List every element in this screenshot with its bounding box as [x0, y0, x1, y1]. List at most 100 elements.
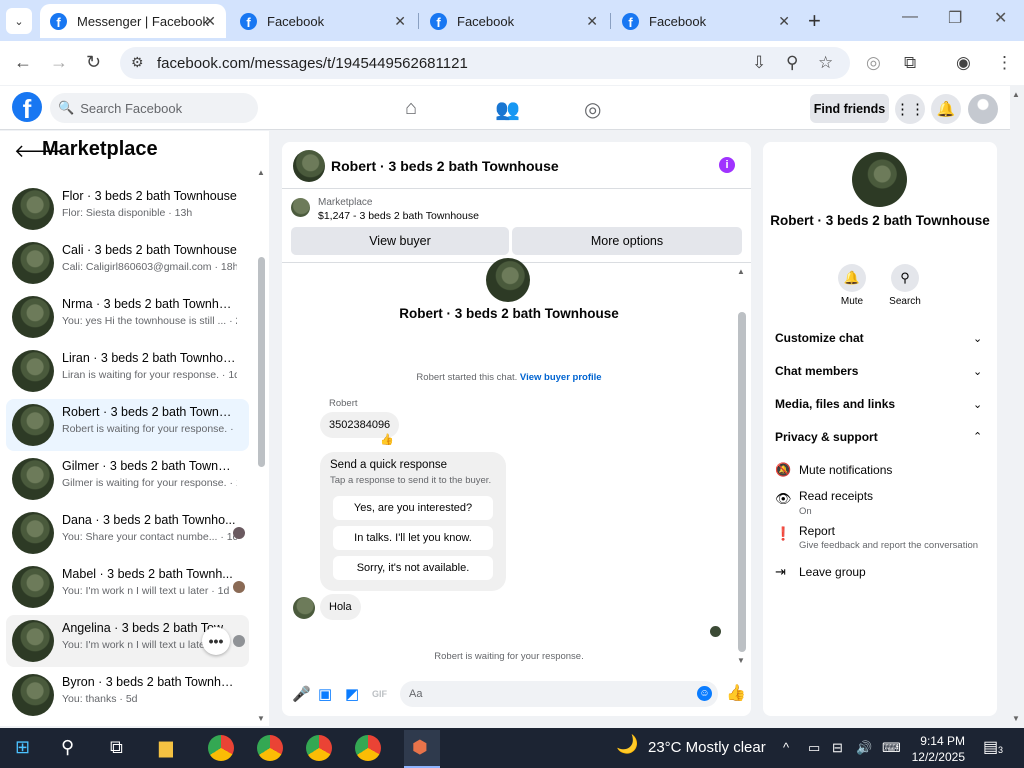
find-friends-button[interactable]: Find friends: [810, 94, 889, 123]
leave-group-item[interactable]: Leave group: [799, 565, 866, 579]
translate-icon[interactable]: ◎: [866, 53, 881, 73]
zoom-icon[interactable]: ⚲: [786, 53, 798, 73]
sidebar-scrollbar[interactable]: [258, 257, 265, 467]
chevron-down-icon[interactable]: ⌄: [973, 332, 982, 345]
message-input[interactable]: Aa: [400, 681, 718, 707]
report-item[interactable]: Report: [799, 524, 835, 538]
quick-reply-button[interactable]: In talks. I'll let you know.: [333, 526, 493, 550]
profile-icon[interactable]: ◉: [956, 53, 971, 73]
tab-search-button[interactable]: ⌄: [6, 8, 32, 34]
forward-button[interactable]: →: [50, 52, 68, 73]
chrome-icon[interactable]: [208, 735, 234, 761]
scroll-down-arrow[interactable]: ▼: [257, 714, 265, 723]
task-view-icon[interactable]: ⧉: [110, 737, 123, 758]
conversation-item[interactable]: Mabel · 3 beds 2 bath Townh... You: I'm …: [6, 561, 249, 613]
back-button[interactable]: ←: [14, 52, 32, 73]
account-avatar[interactable]: [968, 94, 998, 124]
tab-facebook-1[interactable]: f Facebook ✕: [230, 4, 416, 38]
close-icon[interactable]: ✕: [778, 13, 790, 30]
close-icon[interactable]: ✕: [586, 13, 598, 30]
facebook-logo[interactable]: f: [12, 92, 42, 122]
page-scroll-down-arrow[interactable]: ▼: [1012, 714, 1020, 723]
clock[interactable]: 9:14 PM 12/2/2025: [907, 733, 965, 765]
gif-icon[interactable]: GIF: [372, 689, 387, 699]
conversation-item[interactable]: Byron · 3 beds 2 bath Townhouse You: tha…: [6, 669, 249, 721]
chat-scrollbar[interactable]: [738, 312, 746, 652]
page-scroll-up-arrow[interactable]: ▲: [1012, 90, 1020, 99]
chevron-down-icon[interactable]: ⌄: [973, 365, 982, 378]
weather-icon[interactable]: 🌙: [616, 734, 638, 755]
install-app-icon[interactable]: ⇩: [752, 53, 766, 73]
emoji-icon[interactable]: ☺: [697, 686, 712, 701]
friends-icon[interactable]: 👥: [495, 97, 520, 122]
groups-icon[interactable]: ◎: [584, 97, 601, 122]
reload-button[interactable]: ↻: [86, 52, 101, 73]
conversation-item[interactable]: Dana · 3 beds 2 bath Townho... You: Shar…: [6, 507, 249, 559]
window-close-button[interactable]: ✕: [994, 8, 1007, 28]
quick-reply-button[interactable]: Sorry, it's not available.: [333, 556, 493, 580]
menu-grid-icon[interactable]: ⋮⋮: [895, 94, 925, 124]
restore-button[interactable]: ❐: [948, 8, 962, 28]
section-chat-members[interactable]: Chat members: [775, 364, 858, 378]
volume-icon[interactable]: 🔊: [856, 740, 872, 756]
scroll-up-arrow[interactable]: ▲: [737, 267, 745, 276]
site-info-icon[interactable]: ⚙: [131, 54, 144, 71]
file-explorer-icon[interactable]: ▆: [159, 737, 173, 758]
tray-chevron-icon[interactable]: ^: [783, 740, 789, 755]
info-icon[interactable]: i: [719, 157, 735, 173]
message-bubble[interactable]: Hola: [320, 594, 361, 620]
info-avatar[interactable]: [852, 152, 907, 207]
active-app-icon[interactable]: ⬢: [412, 737, 428, 758]
chat-avatar[interactable]: [293, 150, 325, 182]
section-customize-chat[interactable]: Customize chat: [775, 331, 864, 345]
windows-start-icon[interactable]: ⊞: [15, 737, 30, 758]
view-buyer-button[interactable]: View buyer: [291, 227, 509, 255]
mute-notifications-item[interactable]: Mute notifications: [799, 463, 892, 477]
keyboard-icon[interactable]: ⌨: [882, 740, 901, 756]
close-icon[interactable]: ✕: [394, 13, 406, 30]
chat-title[interactable]: Robert · 3 beds 2 bath Townhouse: [331, 158, 559, 174]
scroll-up-arrow[interactable]: ▲: [257, 168, 265, 177]
conversation-item-selected[interactable]: Robert · 3 beds 2 bath Townho... Robert …: [6, 399, 249, 451]
conversation-item[interactable]: Liran · 3 beds 2 bath Townhouse Liran is…: [6, 345, 249, 397]
network-icon[interactable]: ⊟: [832, 740, 843, 756]
chevron-up-icon[interactable]: ⌃: [973, 430, 982, 443]
conversation-item[interactable]: Cali · 3 beds 2 bath Townhouse Cali: Cal…: [6, 237, 249, 289]
conversation-item[interactable]: Flor · 3 beds 2 bath Townhouse Flor: Sie…: [6, 183, 249, 235]
search-icon[interactable]: ⚲: [61, 737, 74, 758]
menu-dots-icon[interactable]: ⋮: [996, 53, 1013, 73]
chrome-icon[interactable]: [257, 735, 283, 761]
read-receipts-item[interactable]: Read receipts: [799, 489, 873, 503]
sticker-icon[interactable]: ◩: [345, 685, 359, 703]
meet-icon[interactable]: ▭: [808, 740, 820, 756]
bookmark-star-icon[interactable]: ☆: [818, 53, 833, 73]
notification-center-icon[interactable]: ▤: [983, 737, 998, 757]
more-options-button[interactable]: More options: [512, 227, 742, 255]
facebook-search-input[interactable]: 🔍 Search Facebook: [50, 93, 258, 123]
close-icon[interactable]: ✕: [204, 13, 216, 30]
home-icon[interactable]: ⌂: [405, 97, 417, 120]
tab-messenger[interactable]: f Messenger | Facebook ✕: [40, 4, 226, 38]
section-privacy-support[interactable]: Privacy & support: [775, 430, 878, 444]
url-text[interactable]: facebook.com/messages/t/1945449562681121: [157, 55, 468, 72]
microphone-icon[interactable]: 🎤: [292, 685, 311, 703]
image-icon[interactable]: ▣: [318, 685, 332, 703]
quick-reply-button[interactable]: Yes, are you interested?: [333, 496, 493, 520]
new-tab-button[interactable]: +: [808, 8, 821, 34]
mute-bell-icon[interactable]: 🔔: [838, 264, 866, 292]
tab-facebook-2[interactable]: f Facebook ✕: [420, 4, 608, 38]
weather-text[interactable]: 23°C Mostly clear: [648, 739, 766, 756]
search-icon[interactable]: ⚲: [891, 264, 919, 292]
minimize-button[interactable]: —: [902, 8, 918, 26]
scroll-down-arrow[interactable]: ▼: [737, 656, 745, 665]
view-buyer-profile-link[interactable]: View buyer profile: [520, 372, 602, 383]
extensions-icon[interactable]: ⧉: [904, 53, 916, 73]
thumbs-up-send-icon[interactable]: 👍: [726, 683, 746, 703]
section-media-files[interactable]: Media, files and links: [775, 397, 895, 411]
chrome-icon[interactable]: [306, 735, 332, 761]
notifications-bell-icon[interactable]: 🔔: [931, 94, 961, 124]
chevron-down-icon[interactable]: ⌄: [973, 398, 982, 411]
chrome-icon[interactable]: [355, 735, 381, 761]
conversation-item[interactable]: Angelina · 3 beds 2 bath Tow You: I'm wo…: [6, 615, 249, 667]
conversation-item[interactable]: Nrma · 3 beds 2 bath Townhouse You: yes …: [6, 291, 249, 343]
